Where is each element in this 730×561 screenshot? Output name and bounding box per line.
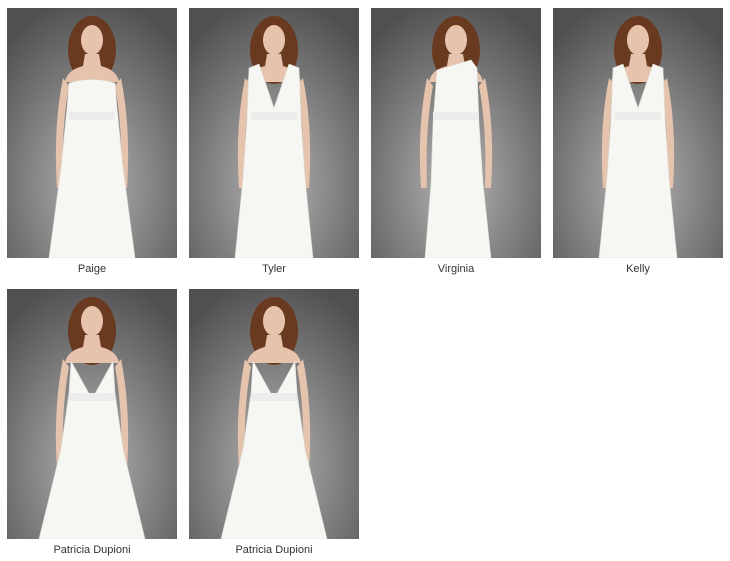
gallery-item-patricia-dupioni: Patricia Dupioni	[7, 289, 177, 559]
model-face	[81, 306, 103, 336]
model-face	[627, 25, 649, 55]
gallery-item-paige: Paige	[7, 8, 177, 278]
model-face	[263, 25, 285, 55]
dress-sash	[251, 112, 297, 120]
dress-name[interactable]: Paige	[7, 263, 177, 276]
dress-photo[interactable]	[371, 8, 541, 258]
gallery-item-tyler: Tyler	[189, 8, 359, 278]
dress-gallery: Paige Tyler Virginia Kelly Patricia Dupi…	[0, 0, 730, 561]
dress-sash	[69, 393, 115, 401]
dress-photo[interactable]	[7, 289, 177, 539]
model-face	[81, 25, 103, 55]
dress-photo[interactable]	[189, 8, 359, 258]
dress-photo[interactable]	[553, 8, 723, 258]
dress-photo[interactable]	[7, 8, 177, 258]
dress-sash	[69, 112, 115, 120]
dress-name[interactable]: Kelly	[553, 263, 723, 276]
model-face	[445, 25, 467, 55]
gallery-item-patricia-dupioni: Patricia Dupioni	[189, 289, 359, 559]
dress-sash	[615, 112, 661, 120]
dress-name[interactable]: Patricia Dupioni	[7, 544, 177, 557]
model-face	[263, 306, 285, 336]
dress-sash	[433, 112, 479, 120]
dress-sash	[251, 393, 297, 401]
dress-photo[interactable]	[189, 289, 359, 539]
gallery-item-kelly: Kelly	[553, 8, 723, 278]
gallery-item-virginia: Virginia	[371, 8, 541, 278]
dress-name[interactable]: Patricia Dupioni	[189, 544, 359, 557]
dress-name[interactable]: Virginia	[371, 263, 541, 276]
dress-name[interactable]: Tyler	[189, 263, 359, 276]
